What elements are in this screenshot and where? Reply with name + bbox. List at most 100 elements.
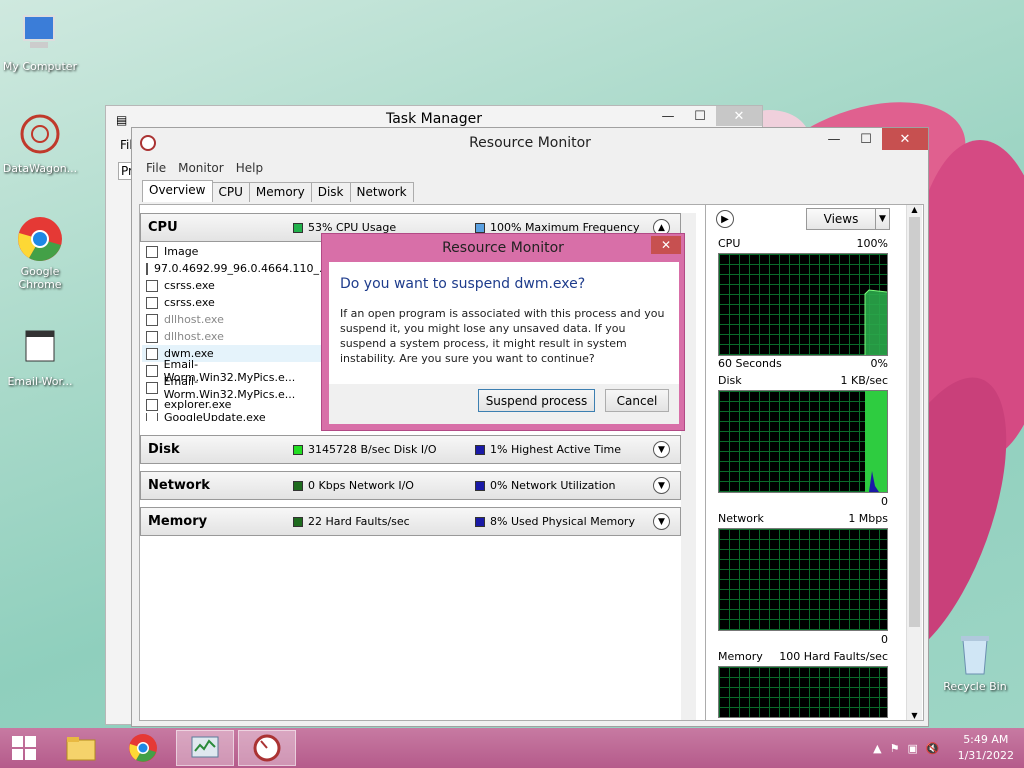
graphs-scrollbar[interactable]: ▲ ▼ — [906, 205, 922, 720]
tab-strip: Overview CPU Memory Disk Network — [142, 180, 414, 202]
datawagon-icon — [16, 112, 64, 160]
process-checkbox[interactable] — [146, 381, 158, 394]
minimize-button[interactable]: — — [652, 106, 684, 126]
process-name: dllhost.exe — [164, 313, 224, 326]
process-name: GoogleUpdate.exe — [164, 413, 266, 421]
process-checkbox[interactable] — [146, 413, 158, 421]
memory-graph — [718, 666, 888, 718]
close-button[interactable]: ✕ — [882, 128, 928, 150]
network-util-swatch — [475, 480, 485, 491]
process-row[interactable]: dllhost.exe — [142, 311, 322, 328]
process-row[interactable]: GoogleUpdate.exe — [142, 413, 322, 421]
dialog-close-button[interactable]: ✕ — [651, 236, 681, 254]
scroll-up-icon[interactable]: ▲ — [907, 205, 922, 214]
maximize-button[interactable]: ☐ — [850, 128, 882, 150]
start-button[interactable] — [0, 730, 48, 766]
views-dropdown[interactable]: Views ▼ — [806, 208, 890, 230]
process-name: explorer.exe — [164, 398, 232, 411]
process-checkbox[interactable] — [146, 296, 158, 309]
desktop-icon-recycle-bin[interactable]: Recycle Bin — [935, 630, 1015, 693]
expand-icon[interactable]: ▼ — [653, 441, 670, 458]
process-checkbox[interactable] — [146, 398, 158, 411]
tab-memory[interactable]: Memory — [248, 182, 312, 202]
select-all-checkbox[interactable] — [146, 245, 158, 258]
tab-overview[interactable]: Overview — [142, 180, 213, 202]
taskbar-chrome[interactable] — [114, 730, 172, 766]
taskbar-task-manager[interactable] — [176, 730, 234, 766]
desktop-icon-chrome[interactable]: Google Chrome — [0, 215, 80, 291]
process-row[interactable]: Email-Worm.Win32.MyPics.e... — [142, 375, 322, 401]
process-checkbox[interactable] — [146, 347, 158, 360]
menu-file[interactable]: File — [146, 161, 166, 175]
cpu-graph — [718, 253, 888, 356]
clock[interactable]: 5:49 AM 1/31/2022 — [958, 732, 1014, 764]
network-icon[interactable]: ▣ — [907, 742, 917, 755]
desktop-icon-email-worm[interactable]: Email-Wor... — [0, 325, 80, 388]
computer-icon — [16, 10, 64, 58]
memory-section-header[interactable]: Memory 22 Hard Faults/sec 8% Used Physic… — [140, 507, 681, 536]
volume-muted-icon[interactable]: 🔇 — [926, 742, 940, 755]
menu-monitor[interactable]: Monitor — [178, 161, 224, 175]
disk-graph-max: 1 KB/sec — [840, 374, 888, 387]
network-section-header[interactable]: Network 0 Kbps Network I/O 0% Network Ut… — [140, 471, 681, 500]
process-checkbox[interactable] — [146, 279, 158, 292]
process-row[interactable]: csrss.exe — [142, 294, 322, 311]
tab-network[interactable]: Network — [349, 182, 414, 202]
suspend-process-button[interactable]: Suspend process — [478, 389, 595, 412]
desktop-icon-label: My Computer — [2, 60, 78, 73]
expand-panel-icon[interactable]: ▶ — [716, 210, 734, 228]
process-checkbox[interactable] — [146, 313, 158, 326]
disk-section-header[interactable]: Disk 3145728 B/sec Disk I/O 1% Highest A… — [140, 435, 681, 464]
action-center-flag-icon[interactable]: ⚑ — [890, 742, 900, 755]
expand-icon[interactable]: ▼ — [653, 513, 670, 530]
cpu-graph-timespan: 60 Seconds — [718, 357, 782, 370]
process-row[interactable]: 97.0.4692.99_96.0.4664.110_... — [142, 260, 322, 277]
desktop-icon-my-computer[interactable]: My Computer — [0, 10, 80, 73]
tab-disk[interactable]: Disk — [310, 182, 351, 202]
tab-cpu[interactable]: CPU — [211, 182, 250, 202]
resource-monitor-icon — [253, 734, 281, 762]
process-row[interactable]: csrss.exe — [142, 277, 322, 294]
cpu-graph-max: 100% — [856, 237, 888, 250]
memory-used-swatch — [475, 516, 485, 527]
desktop-icon-label: Recycle Bin — [943, 680, 1007, 693]
taskbar-resource-monitor[interactable] — [238, 730, 296, 766]
network-graph — [718, 528, 888, 631]
network-io-text: 0 Kbps Network I/O — [308, 479, 414, 492]
process-list-header[interactable]: Image — [142, 243, 322, 260]
task-manager-icon — [191, 736, 219, 758]
disk-active-swatch — [475, 444, 485, 455]
cpu-usage-swatch — [293, 222, 303, 233]
views-label: Views — [823, 212, 859, 226]
desktop-icon-label: DataWagon... — [2, 162, 78, 175]
cpu-frequency-swatch — [475, 222, 485, 233]
minimize-button[interactable]: — — [818, 128, 850, 150]
cancel-button[interactable]: Cancel — [605, 389, 669, 412]
process-name: csrss.exe — [164, 279, 215, 292]
suspend-dialog[interactable]: Resource Monitor ✕ Do you want to suspen… — [321, 233, 685, 431]
desktop-icon-label: Email-Wor... — [7, 375, 73, 388]
desktop-icon-datawagon[interactable]: DataWagon... — [0, 112, 80, 175]
scroll-thumb[interactable] — [909, 217, 920, 627]
show-hidden-icons-icon[interactable]: ▲ — [873, 742, 881, 755]
process-name: csrss.exe — [164, 296, 215, 309]
process-checkbox[interactable] — [146, 330, 158, 343]
process-checkbox[interactable] — [146, 262, 148, 275]
close-button[interactable]: ✕ — [716, 106, 762, 126]
cpu-graph-header: CPU 100% — [718, 237, 888, 250]
resource-monitor-titlebar[interactable]: Resource Monitor — ☐ ✕ — [132, 128, 928, 158]
process-checkbox[interactable] — [146, 364, 158, 377]
disk-io-text: 3145728 B/sec Disk I/O — [308, 443, 437, 456]
taskbar-file-explorer[interactable] — [52, 730, 110, 766]
dialog-titlebar[interactable]: Resource Monitor ✕ — [322, 234, 684, 262]
scroll-down-icon[interactable]: ▼ — [907, 711, 922, 720]
menu-help[interactable]: Help — [236, 161, 263, 175]
cpu-graph-label: CPU — [718, 237, 741, 250]
cpu-process-list: Image 97.0.4692.99_96.0.4664.110_... csr… — [142, 243, 322, 431]
process-name: 97.0.4692.99_96.0.4664.110_... — [154, 262, 322, 275]
expand-icon[interactable]: ▼ — [653, 477, 670, 494]
application-icon — [16, 325, 64, 373]
maximize-button[interactable]: ☐ — [684, 106, 716, 126]
process-row[interactable]: dllhost.exe — [142, 328, 322, 345]
memory-graph-header: Memory 100 Hard Faults/sec — [718, 650, 888, 663]
